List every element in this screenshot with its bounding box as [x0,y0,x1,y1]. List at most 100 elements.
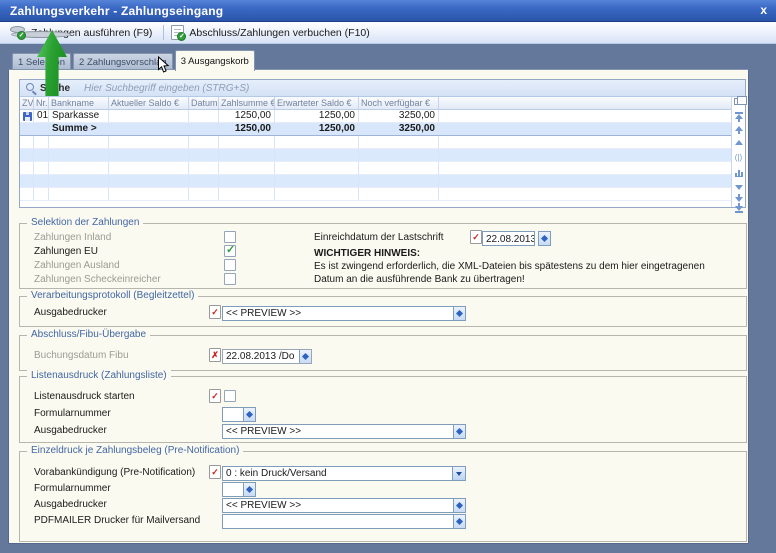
spinner-icon[interactable] [453,307,465,320]
checkbox-label-scheck: Zahlungen Scheckeinreicher [34,274,161,285]
toolbar: ✓ Zahlungen ausführen (F9) ✓ Abschluss/Z… [0,22,776,44]
formularnummer-field[interactable] [222,407,256,422]
field-locked-icon[interactable]: ✗ [209,348,221,362]
ausgabedrucker-label: Ausgabedrucker [34,425,107,436]
window-title: Zahlungsverkehr - Zahlungseingang [10,4,223,18]
summe-label-cell: Summe > [49,123,109,135]
chart-icon[interactable] [734,169,743,177]
document-check-icon: ✓ [171,25,184,40]
summe-noch-verfuegbar-cell: 3250,00 [359,123,439,135]
scroll-to-bottom-icon[interactable] [734,203,743,213]
ausgabedrucker-label: Ausgabedrucker [34,499,107,510]
disk-icon [23,112,32,121]
checkbox-label-eu: Zahlungen EU [34,246,98,257]
checkbox-ausland[interactable] [224,259,236,271]
grid-search-row[interactable]: Suche Hier Suchbegriff eingeben (STRG+S) [20,80,745,97]
summe-zahlsumme-cell: 1250,00 [219,123,275,135]
field-edit-icon[interactable]: ✓ [209,465,221,479]
content-panel: Suche Hier Suchbegriff eingeben (STRG+S)… [8,69,749,544]
checkbox-label-ausland: Zahlungen Ausland [34,260,120,271]
formularnummer-label: Formularnummer [34,408,111,419]
spinner-icon[interactable] [453,499,465,512]
vorabankuendigung-select[interactable]: 0 : kein Druck/Versand [222,466,466,481]
tab-ausgangskorb[interactable]: 3 Ausgangskorb [175,50,255,71]
vorabankuendigung-label: Vorabankündigung (Pre-Notification) [34,467,195,478]
einreichdatum-spinner[interactable] [538,231,551,246]
field-edit-icon[interactable]: ✓ [209,305,221,319]
field-edit-icon[interactable]: ✓ [470,230,482,244]
aktueller-saldo-cell [109,110,189,122]
column-header-datum[interactable]: Datum [189,97,219,109]
datum-cell [189,110,219,122]
buchungsdatum-field[interactable]: 22.08.2013 /Do [222,349,312,364]
scroll-to-top-icon[interactable] [734,112,743,122]
group-listenausdruck-title: Listenausdruck (Zahlungsliste) [27,370,171,381]
column-header-aktueller-saldo[interactable]: Aktueller Saldo € [109,97,189,109]
column-header-nr[interactable]: Nr. [34,97,49,109]
grid-body: ZV Nr. Bankname Aktueller Saldo € Datum … [20,97,731,207]
row-type-cell [20,110,34,122]
empty-row [20,149,731,162]
current-record-icon[interactable]: (|) [734,154,743,162]
move-down-icon[interactable] [734,194,743,202]
spinner-icon[interactable] [453,515,465,528]
checkbox-inland[interactable] [224,231,236,243]
group-einzeldruck: Einzeldruck je Zahlungsbeleg (Pre-Notifi… [19,451,747,542]
book-payments-button[interactable]: ✓ Abschluss/Zahlungen verbuchen (F10) [167,23,377,43]
app-window: Zahlungsverkehr - Zahlungseingang x ✓ Za… [0,0,776,553]
pdfmailer-field[interactable] [222,514,466,529]
book-payments-label: Abschluss/Zahlungen verbuchen (F10) [189,27,369,39]
empty-row [20,136,731,149]
group-selektion: Selektion der Zahlungen Zahlungen Inland… [19,223,747,289]
formularnummer-field[interactable] [222,482,256,497]
mouse-cursor [157,56,170,74]
column-chooser-icon[interactable] [734,98,742,105]
spinner-icon[interactable] [243,483,255,496]
zahlsumme-cell: 1250,00 [219,110,275,122]
hinweis-line1: Es ist zwingend erforderlich, die XML-Da… [314,261,705,272]
column-header-noch-verfuegbar[interactable]: Noch verfügbar € [359,97,439,109]
field-edit-icon[interactable]: ✓ [209,389,221,403]
execute-payments-button[interactable]: ✓ Zahlungen ausführen (F9) [6,23,160,43]
ausgabedrucker-select[interactable]: << PREVIEW >> [222,424,466,439]
group-selektion-title: Selektion der Zahlungen [27,217,143,228]
step-down-icon[interactable] [734,185,743,190]
checkbox-scheckeinreicher[interactable] [224,273,236,285]
listenausdruck-starten-checkbox[interactable] [224,390,236,402]
ausgabedrucker-select[interactable]: << PREVIEW >> [222,306,466,321]
group-verarbeitungsprotokoll: Verarbeitungsprotokoll (Begleitzettel) A… [19,296,747,327]
close-button[interactable]: x [760,3,767,17]
dropdown-arrow-icon[interactable] [452,467,465,480]
ausgabedrucker-label: Ausgabedrucker [34,307,107,318]
column-header-bankname[interactable]: Bankname [49,97,109,109]
nr-cell: 01 [34,110,49,122]
grid-header-row[interactable]: ZV Nr. Bankname Aktueller Saldo € Datum … [20,97,731,110]
empty-row [20,175,731,188]
step-up-icon[interactable] [734,140,743,145]
spinner-icon[interactable] [453,425,465,438]
spinner-icon[interactable] [299,350,311,363]
column-header-erwarteter-saldo[interactable]: Erwarteter Saldo € [275,97,359,109]
move-up-icon[interactable] [734,126,743,134]
buchungsdatum-label: Buchungsdatum Fibu [34,350,129,361]
column-header-zahlsumme[interactable]: Zahlsumme € [219,97,275,109]
bank-grid: Suche Hier Suchbegriff eingeben (STRG+S)… [19,79,746,208]
group-abschluss-fibu: Abschluss/Fibu-Übergabe Buchungsdatum Fi… [19,335,747,371]
formularnummer-label: Formularnummer [34,483,111,494]
summe-erwarteter-saldo-cell: 1250,00 [275,123,359,135]
search-placeholder: Hier Suchbegriff eingeben (STRG+S) [84,83,249,94]
listenausdruck-starten-label: Listenausdruck starten [34,391,135,402]
checkbox-label-inland: Zahlungen Inland [34,232,111,243]
checkbox-eu[interactable] [224,245,236,257]
empty-row [20,162,731,175]
title-bar: Zahlungsverkehr - Zahlungseingang x [0,0,776,22]
table-row-sparkasse[interactable]: 01 Sparkasse 1250,00 1250,00 3250,00 [20,110,731,123]
group-einzeldruck-title: Einzeldruck je Zahlungsbeleg (Pre-Notifi… [27,445,243,456]
hinweis-title: WICHTIGER HINWEIS: [314,248,420,259]
column-header-zv[interactable]: ZV [20,97,34,109]
einreichdatum-field[interactable]: 22.08.2013 [482,231,535,246]
spinner-icon[interactable] [243,408,255,421]
noch-verfuegbar-cell: 3250,00 [359,110,439,122]
ausgabedrucker-select[interactable]: << PREVIEW >> [222,498,466,513]
grid-nav-strip: (|) [731,97,745,207]
